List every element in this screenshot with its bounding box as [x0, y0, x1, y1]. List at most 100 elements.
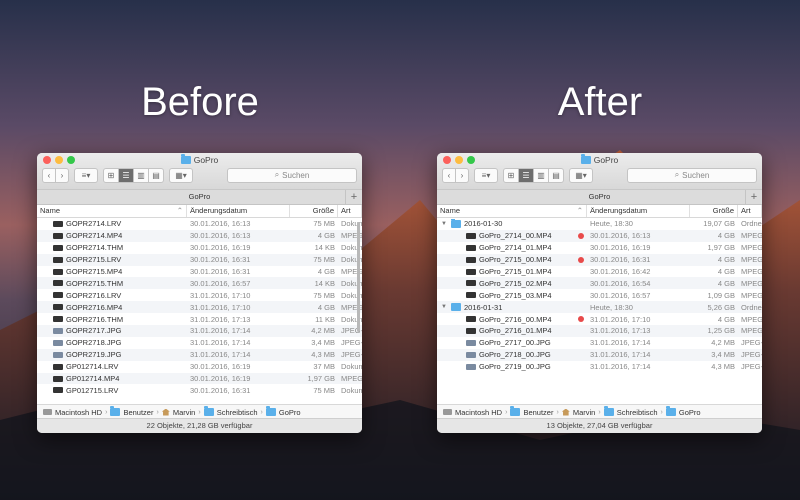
date-cell: 30.01.2016, 16:54	[590, 278, 651, 288]
path-item[interactable]: GoPro	[279, 408, 301, 417]
path-item[interactable]: Benutzer	[123, 408, 153, 417]
path-item[interactable]: Marvin	[173, 408, 196, 417]
column-view-button[interactable]: ▥	[134, 167, 149, 183]
column-date[interactable]: Änderungsdatum	[187, 205, 290, 217]
list-view-icon: ☰	[122, 170, 130, 180]
file-row[interactable]: GP012714.LRV 30.01.2016, 16:19 37 MB Dokum	[37, 361, 362, 373]
file-row[interactable]: GOPR2715.MP4 30.01.2016, 16:31 4 GB MPEG	[37, 266, 362, 278]
path-item[interactable]: Schreibtisch	[217, 408, 258, 417]
tab-gopro[interactable]: GoPro	[189, 192, 211, 201]
date-cell: 31.01.2016, 17:14	[190, 350, 251, 360]
back-button[interactable]: ‹	[442, 167, 456, 183]
search-icon: ⌕	[674, 170, 680, 179]
gallery-view-button[interactable]: ▤	[149, 167, 164, 183]
file-row[interactable]: GoPro_2716_00.MP4 31.01.2016, 17:10 4 GB MP…	[437, 313, 762, 325]
column-name[interactable]: Name ⌃	[37, 205, 187, 217]
tab-gopro[interactable]: GoPro	[589, 192, 611, 201]
file-row[interactable]: GOPR2714.LRV30.01.2016, 16:1375 MBDokum	[37, 218, 362, 230]
file-row[interactable]: GP012714.MP4 30.01.2016, 16:19 1,97 GB MPEG	[37, 372, 362, 385]
file-row[interactable]: GoPro_2719_00.JPG 31.01.2016, 17:14 4,3 MB…	[437, 361, 762, 373]
column-kind[interactable]: Art	[738, 205, 762, 217]
path-item[interactable]: Macintosh HD	[455, 408, 502, 417]
folder-icon	[110, 406, 121, 416]
size-cell: 4,2 MB	[311, 326, 335, 336]
column-size[interactable]: Größe	[690, 205, 738, 217]
disclosure-triangle-icon[interactable]: ▼	[440, 221, 448, 227]
column-kind[interactable]: Art	[338, 205, 362, 217]
list-view-button[interactable]: ☰	[119, 167, 134, 183]
chevron-right-icon: ›	[60, 170, 64, 180]
file-row[interactable]: GOPR2716.THM31.01.2016, 17:1311 KBDokum	[37, 313, 362, 325]
column-name[interactable]: Name ⌃	[437, 205, 587, 217]
finder-window-before[interactable]: GoPro ‹ › ≡▾ ⊞ ☰ ▥ ▤ ▦▾ ⌕ Suchen GoPro + Name ⌃ Änderun…	[37, 153, 362, 433]
file-row[interactable]: GoPro_2715_03.MP4 30.01.2016, 16:57 1,09 G…	[437, 289, 762, 301]
file-row[interactable]: GOPR2714.MP4 30.01.2016, 16:13 4 GB MPEG	[37, 229, 362, 242]
icon-view-button[interactable]: ⊞	[503, 167, 519, 183]
file-row[interactable]: GOPR2717.JPG 31.01.2016, 17:14 4,2 MB JPEG-	[37, 325, 362, 337]
file-row[interactable]: GOPR2715.LRV30.01.2016, 16:3175 MBDokum	[37, 253, 362, 266]
list-arrange-icon: ≡▾	[81, 170, 91, 180]
group-button[interactable]: ▦▾	[169, 167, 193, 183]
name-cell: GOPR2715.MP4	[37, 267, 187, 276]
path-item[interactable]: Benutzer	[523, 408, 553, 417]
path-item[interactable]: Schreibtisch	[617, 408, 658, 417]
column-size[interactable]: Größe	[290, 205, 338, 217]
column-view-button[interactable]: ▥	[534, 167, 549, 183]
path-item[interactable]: GoPro	[679, 408, 701, 417]
file-row[interactable]: GoPro_2714_00.MP4 30.01.2016, 16:13 4 GB MP…	[437, 229, 762, 242]
finder-window-after[interactable]: GoPro ‹ › ≡▾ ⊞ ☰ ▥ ▤ ▦▾ ⌕ Suchen GoPro + Name ⌃ Änderun…	[437, 153, 762, 433]
icon-view-button[interactable]: ⊞	[103, 167, 119, 183]
group-button[interactable]: ▦▾	[569, 167, 593, 183]
size-cell: 4,2 MB	[711, 338, 735, 348]
disclosure-triangle-icon[interactable]: ▼	[440, 304, 448, 310]
file-row[interactable]: GOPR2716.MP4 31.01.2016, 17:10 4 GB MPEG	[37, 301, 362, 314]
file-row[interactable]: GoPro_2717_00.JPG 31.01.2016, 17:14 4,2 MB…	[437, 337, 762, 349]
list-view-button[interactable]: ☰	[519, 167, 534, 183]
size-cell: 75 MB	[313, 290, 335, 300]
file-row[interactable]: GoPro_2715_01.MP4 30.01.2016, 16:42 4 GB MP…	[437, 266, 762, 278]
forward-button[interactable]: ›	[56, 167, 69, 183]
video-icon	[466, 268, 476, 275]
file-row[interactable]: GoPro_2718_00.JPG 31.01.2016, 17:14 3,4 MB…	[437, 348, 762, 361]
file-row[interactable]: GOPR2714.THM30.01.2016, 16:1914 KBDokum	[37, 242, 362, 254]
path-item[interactable]: Marvin	[573, 408, 596, 417]
file-name: GOPR2714.THM	[66, 243, 124, 253]
file-row[interactable]: GOPR2719.JPG 31.01.2016, 17:14 4,3 MB JPEG-	[37, 348, 362, 361]
image-icon	[466, 351, 476, 358]
gallery-view-button[interactable]: ▤	[549, 167, 564, 183]
path-item[interactable]: Macintosh HD	[55, 408, 102, 417]
size-cell: 11 KB	[315, 314, 335, 324]
size-cell: 1,97 GB	[307, 374, 335, 384]
sort-arrow-icon: ⌃	[176, 206, 183, 215]
status-bar: 22 Objekte, 21,28 GB verfügbar	[37, 418, 362, 433]
back-button[interactable]: ‹	[42, 167, 56, 183]
new-tab-button[interactable]: +	[345, 190, 362, 204]
column-date[interactable]: Änderungsdatum	[587, 205, 690, 217]
new-tab-button[interactable]: +	[745, 190, 762, 204]
file-row[interactable]: GOPR2715.THM30.01.2016, 16:5714 KBDokum	[37, 277, 362, 290]
file-row[interactable]: GP012715.LRV 30.01.2016, 16:31 75 MB Dokum	[37, 384, 362, 396]
file-row[interactable]: GoPro_2714_01.MP4 30.01.2016, 16:19 1,97 G…	[437, 242, 762, 254]
name-cell: GOPR2717.JPG	[37, 326, 187, 335]
file-row[interactable]: GoPro_2716_01.MP4 31.01.2016, 17:13 1,25 G…	[437, 325, 762, 337]
folder-row[interactable]: ▼ 2016-01-30 Heute, 18:30 19,07 GB Ordner	[437, 218, 762, 230]
video-icon	[466, 327, 476, 334]
vertical-scrollbar[interactable]	[357, 222, 360, 332]
file-row[interactable]: GoPro_2715_00.MP4 30.01.2016, 16:31 4 GB MP…	[437, 253, 762, 266]
name-cell: GoPro_2717_00.JPG	[437, 338, 587, 347]
file-row[interactable]: GoPro_2715_02.MP4 30.01.2016, 16:54 4 GB MP…	[437, 277, 762, 290]
folder-row[interactable]: ▼ 2016-01-31 Heute, 18:30 5,26 GB Ordner	[437, 301, 762, 314]
search-field[interactable]: ⌕ Suchen	[627, 167, 757, 183]
kind-cell: JPEG-Bi	[741, 338, 762, 348]
file-row[interactable]: GOPR2718.JPG 31.01.2016, 17:14 3,4 MB JPEG-	[37, 337, 362, 349]
window-title: GoPro	[37, 154, 362, 165]
forward-button[interactable]: ›	[456, 167, 469, 183]
name-cell: GOPR2716.LRV	[37, 291, 187, 300]
arrange-button[interactable]: ≡▾	[74, 167, 98, 183]
list-view-icon: ☰	[522, 170, 530, 180]
arrange-button[interactable]: ≡▾	[474, 167, 498, 183]
file-row[interactable]: GOPR2716.LRV31.01.2016, 17:1075 MBDokum	[37, 289, 362, 301]
date-cell: 31.01.2016, 17:13	[190, 314, 251, 324]
search-field[interactable]: ⌕ Suchen	[227, 167, 357, 183]
folder-icon	[510, 406, 521, 416]
